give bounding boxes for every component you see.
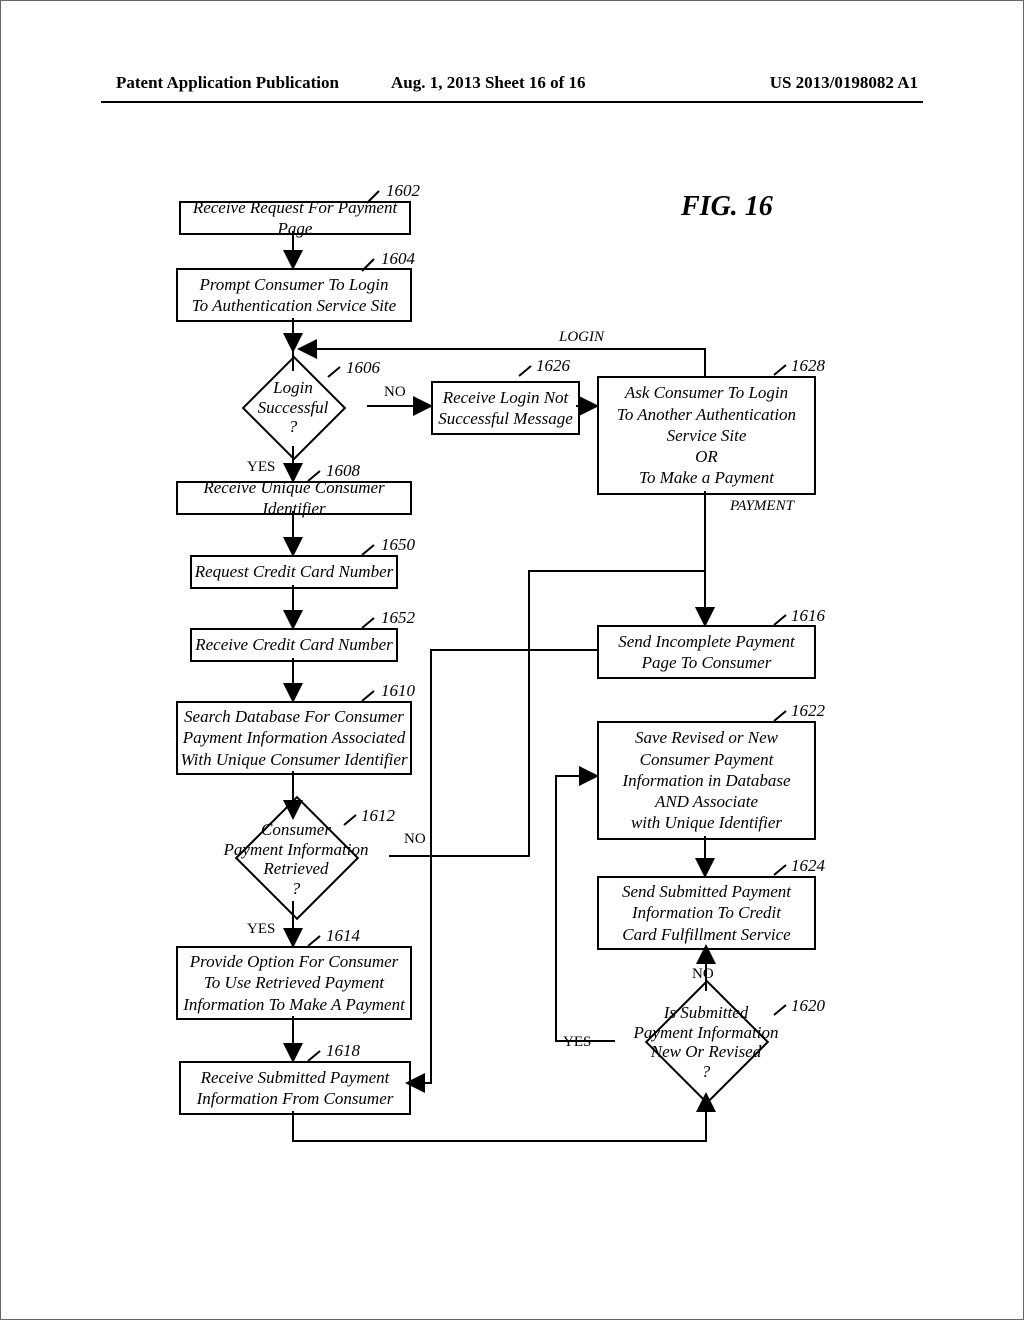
ref-1622: 1622 (791, 701, 825, 721)
ref-1604: 1604 (381, 249, 415, 269)
box-1628: Ask Consumer To Login To Another Authent… (597, 376, 816, 495)
label-no-1620: NO (692, 966, 714, 983)
label-no-1612: NO (404, 831, 426, 848)
label-yes-1606: YES (247, 459, 275, 476)
page: Patent Application Publication Aug. 1, 2… (0, 0, 1024, 1320)
box-1604: Prompt Consumer To Login To Authenticati… (176, 268, 412, 322)
box-1610: Search Database For Consumer Payment Inf… (176, 701, 412, 775)
box-1652: Receive Credit Card Number (190, 628, 398, 662)
box-1602: Receive Request For Payment Page (179, 201, 411, 235)
label-no-1606: NO (384, 384, 406, 401)
box-1622: Save Revised or New Consumer Payment Inf… (597, 721, 816, 840)
label-payment: PAYMENT (730, 498, 794, 515)
ref-1620: 1620 (791, 996, 825, 1016)
label-yes-1612: YES (247, 921, 275, 938)
ref-1624: 1624 (791, 856, 825, 876)
box-1650: Request Credit Card Number (190, 555, 398, 589)
ref-1614: 1614 (326, 926, 360, 946)
box-1624: Send Submitted Payment Information To Cr… (597, 876, 816, 950)
box-1608: Receive Unique Consumer Identifier (176, 481, 412, 515)
arrows-overlay (1, 1, 1024, 1321)
ref-1610: 1610 (381, 681, 415, 701)
ref-1650: 1650 (381, 535, 415, 555)
diamond-1620: Is Submitted Payment Information New Or … (611, 986, 801, 1096)
ref-1606: 1606 (346, 358, 380, 378)
ref-1616: 1616 (791, 606, 825, 626)
ref-1628: 1628 (791, 356, 825, 376)
box-1616: Send Incomplete Payment Page To Consumer (597, 625, 816, 679)
ref-1652: 1652 (381, 608, 415, 628)
ref-1608: 1608 (326, 461, 360, 481)
box-1614: Provide Option For Consumer To Use Retri… (176, 946, 412, 1020)
label-yes-1620: YES (563, 1034, 591, 1051)
flowchart: FIG. 16 Receive Request For Payment Page… (1, 1, 1024, 1321)
figure-label: FIG. 16 (681, 191, 773, 223)
ref-1612: 1612 (361, 806, 395, 826)
box-1618: Receive Submitted Payment Information Fr… (179, 1061, 411, 1115)
ref-1618: 1618 (326, 1041, 360, 1061)
diamond-1606: Login Successful ? (219, 366, 367, 446)
ref-1602: 1602 (386, 181, 420, 201)
ref-1626: 1626 (536, 356, 570, 376)
box-1626: Receive Login Not Successful Message (431, 381, 580, 435)
label-login: LOGIN (559, 329, 604, 346)
